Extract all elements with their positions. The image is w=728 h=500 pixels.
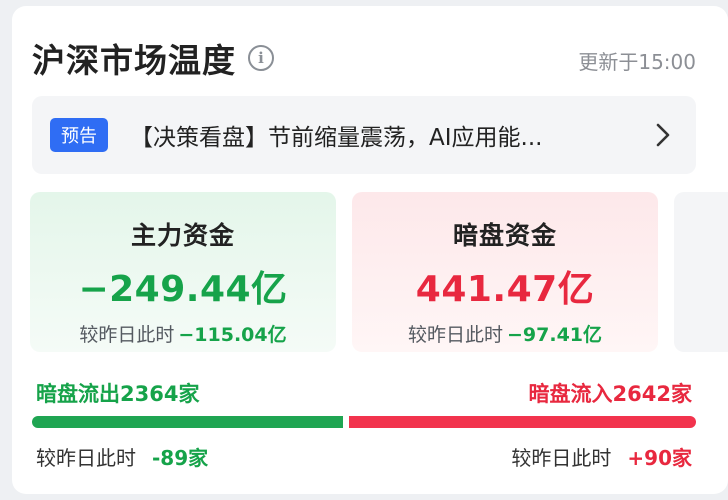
flow-ratio-bar: [32, 416, 696, 428]
chevron-right-icon[interactable]: [648, 120, 678, 150]
main-funds-compare-label: 较昨日此时: [79, 324, 175, 346]
outflow-bar: [32, 416, 343, 428]
notice-banner[interactable]: 预告 【决策看盘】节前缩量震荡，AI应用能...: [32, 96, 696, 174]
outflow-compare: 较昨日此时 -89家: [36, 442, 208, 471]
market-temperature-card: 沪深市场温度 i 更新于15:00 预告 【决策看盘】节前缩量震荡，AI应用能.…: [12, 6, 728, 494]
notice-text: 【决策看盘】节前缩量震荡，AI应用能...: [130, 125, 543, 151]
main-funds-value: −249.44亿: [78, 269, 288, 310]
main-funds-compare: 较昨日此时 −115.04亿: [30, 320, 336, 347]
outflow-compare-delta: -89家: [152, 446, 209, 470]
info-icon[interactable]: i: [248, 45, 274, 71]
outflow-label: 暗盘流出2364家: [36, 382, 200, 406]
inflow-compare: 较昨日此时 +90家: [511, 442, 692, 471]
dark-funds-value: 441.47亿: [415, 269, 595, 310]
inflow-compare-label: 较昨日此时: [511, 446, 612, 470]
main-funds-compare-delta: −115.04亿: [178, 324, 287, 346]
outflow-compare-label: 较昨日此时: [36, 446, 136, 470]
main-funds-title: 主力资金: [130, 221, 235, 250]
inflow-label: 暗盘流入2642家: [528, 382, 692, 406]
notice-tag: 预告: [50, 118, 108, 152]
dark-funds-compare-delta: −97.41亿: [506, 324, 603, 346]
dark-funds-compare: 较昨日此时 −97.41亿: [352, 320, 658, 347]
funds-panels: 主力资金 −249.44亿 较昨日此时 −115.04亿 暗盘资金 441.47亿…: [30, 192, 728, 352]
dark-funds-title: 暗盘资金: [452, 221, 557, 250]
dark-funds-compare-label: 较昨日此时: [407, 324, 503, 346]
card-header: 沪深市场温度 i: [32, 34, 274, 82]
update-time: 更新于15:00: [578, 50, 696, 74]
next-panel-peek[interactable]: [674, 192, 728, 352]
card-title: 沪深市场温度: [32, 41, 236, 80]
inflow-bar: [349, 416, 696, 428]
main-funds-panel[interactable]: 主力资金 −249.44亿 较昨日此时 −115.04亿: [30, 192, 336, 352]
dark-funds-panel[interactable]: 暗盘资金 441.47亿 较昨日此时 −97.41亿: [352, 192, 658, 352]
inflow-compare-delta: +90家: [627, 446, 692, 470]
